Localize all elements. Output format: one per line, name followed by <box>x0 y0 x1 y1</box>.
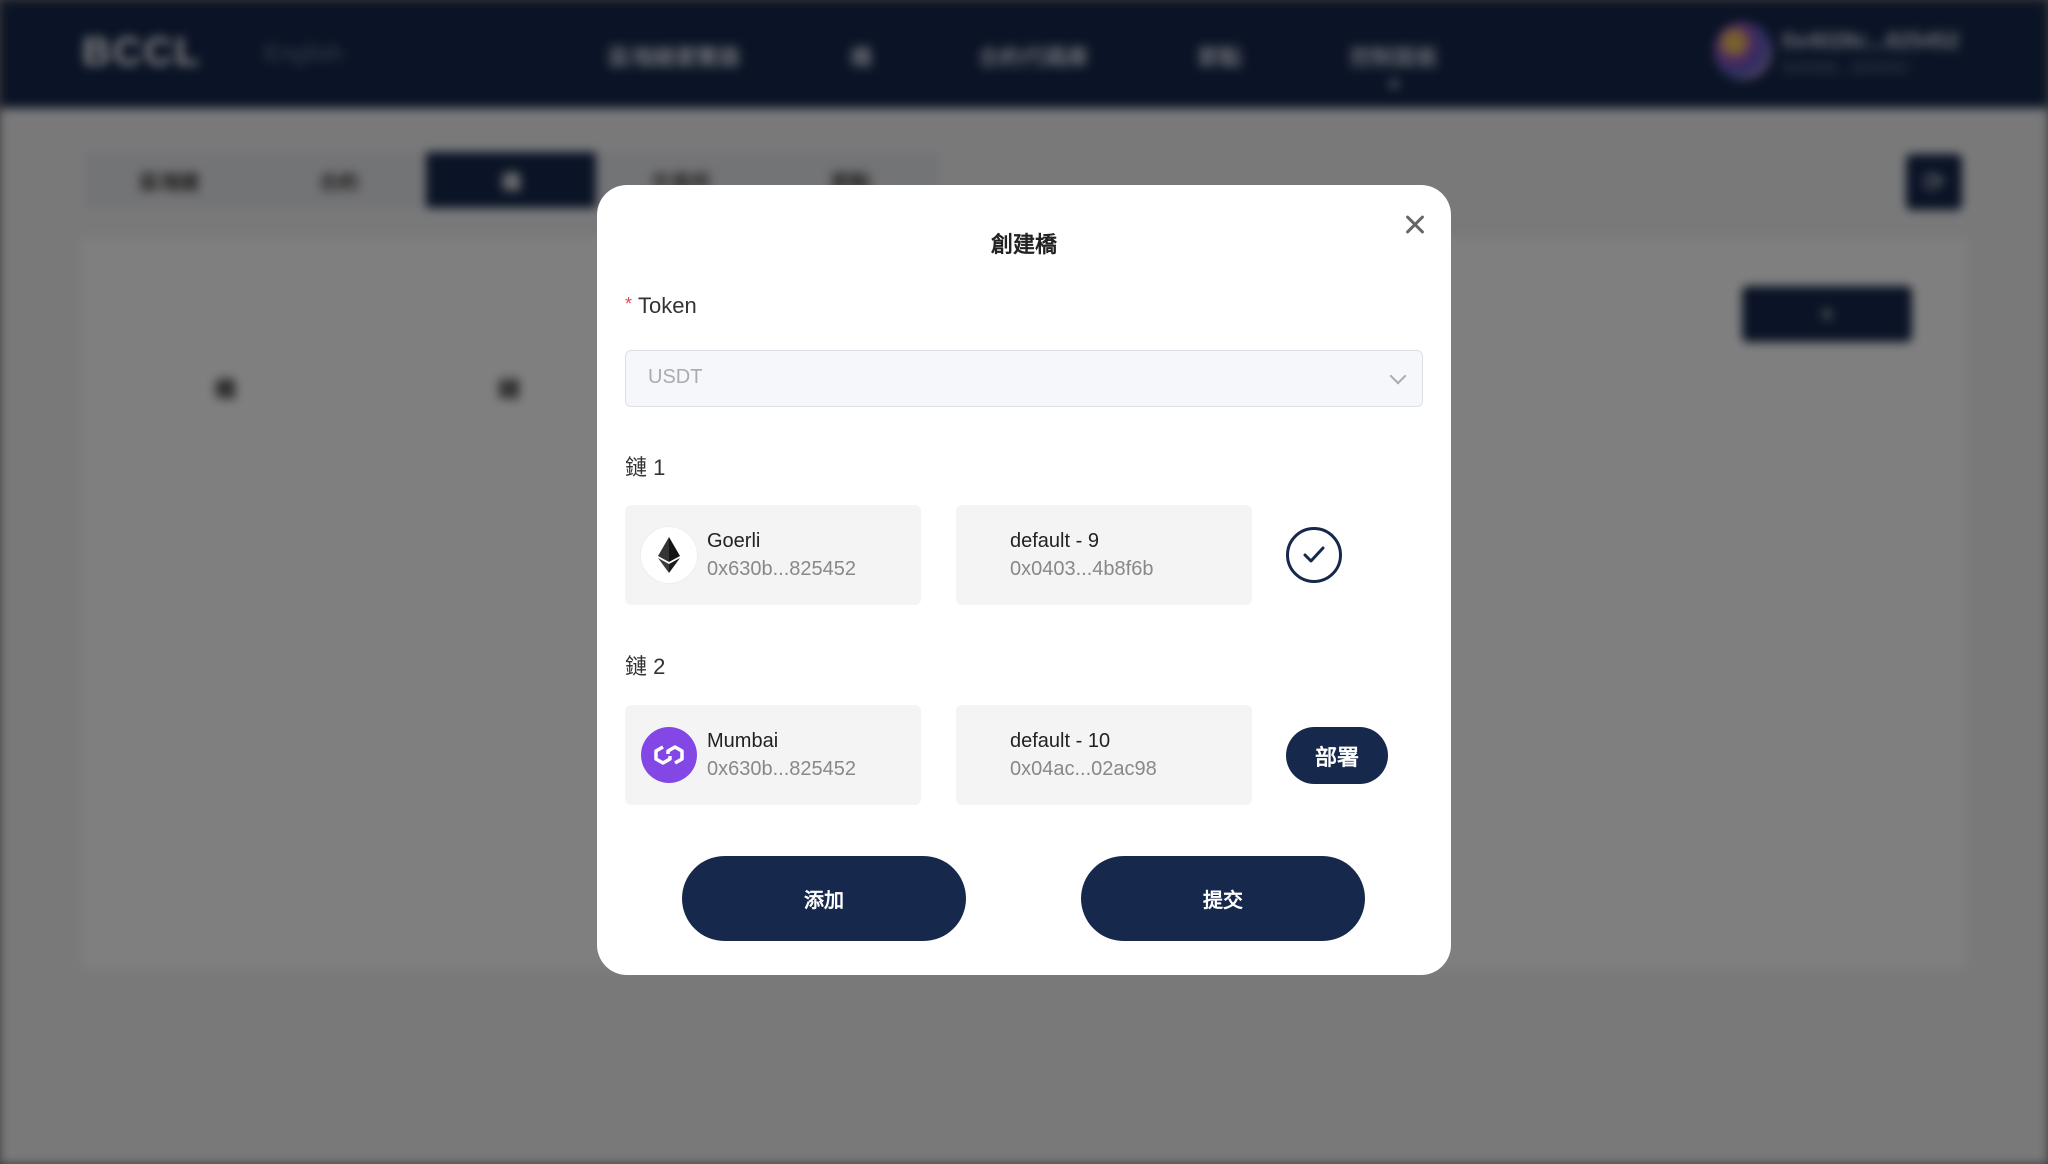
token-label: * Token <box>625 293 697 319</box>
chain2-contract-address: 0x04ac...02ac98 <box>1010 758 1157 780</box>
add-button[interactable]: 添加 <box>682 856 966 941</box>
required-mark: * <box>625 294 633 314</box>
chain1-contract-address: 0x0403...4b8f6b <box>1010 558 1154 580</box>
chain1-deployed-check-icon <box>1286 527 1342 583</box>
chain2-contract[interactable]: default - 10 0x04ac...02ac98 <box>956 705 1252 805</box>
chain2-network-address: 0x630b...825452 <box>707 758 857 780</box>
chain1-network-address: 0x630b...825452 <box>707 558 857 580</box>
create-bridge-modal: 創建橋 * Token USDT 鏈 1 Goerli 0x630b...8254… <box>597 185 1451 975</box>
token-select[interactable]: USDT <box>625 350 1423 407</box>
chain1-network-name: Goerli <box>707 530 761 552</box>
ethereum-icon <box>641 527 697 583</box>
token-select-value: USDT <box>648 366 703 388</box>
chain1-contract[interactable]: default - 9 0x0403...4b8f6b <box>956 505 1252 605</box>
chain2-label: 鏈 2 <box>625 654 666 679</box>
modal-title: 創建橋 <box>990 232 1057 257</box>
submit-button[interactable]: 提交 <box>1081 856 1365 941</box>
deploy-button[interactable]: 部署 <box>1286 727 1388 784</box>
polygon-icon <box>641 727 697 783</box>
token-label-text: Token <box>638 293 697 318</box>
chevron-down-icon <box>1389 367 1407 385</box>
close-icon[interactable] <box>1399 209 1431 241</box>
chain2-contract-name: default - 10 <box>1010 730 1111 752</box>
chain2-network-name: Mumbai <box>707 730 779 752</box>
chain1-contract-name: default - 9 <box>1010 530 1099 552</box>
chain1-label: 鏈 1 <box>625 455 666 480</box>
chain1-network[interactable]: Goerli 0x630b...825452 <box>625 505 921 605</box>
chain2-network[interactable]: Mumbai 0x630b...825452 <box>625 705 921 805</box>
